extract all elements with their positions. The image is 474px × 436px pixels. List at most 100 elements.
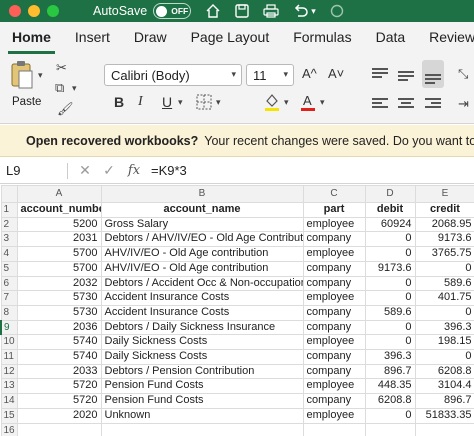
column-header-e[interactable]: E [414, 185, 474, 203]
cell-debit[interactable]: 0 [364, 231, 416, 248]
cell-credit[interactable]: 589.6 [414, 275, 474, 292]
format-painter-icon[interactable]: 🖌 [57, 101, 74, 117]
row-header[interactable]: 6 [0, 275, 18, 292]
tab-home[interactable]: Home [0, 29, 63, 54]
cell-part[interactable]: company [302, 231, 366, 248]
row-header[interactable]: 15 [0, 407, 18, 424]
cell-credit[interactable]: 9173.6 [414, 231, 474, 248]
cell-account-number[interactable]: 5740 [16, 334, 102, 351]
cell-part[interactable]: employee [302, 290, 366, 306]
cell-account-name[interactable]: Debtors / Accident Occ & Non-occupationa… [100, 275, 304, 292]
align-right-icon[interactable] [425, 98, 441, 112]
bold-button[interactable]: B [114, 94, 124, 110]
cell-credit[interactable]: 396.3 [414, 319, 474, 336]
cell-account-number[interactable] [16, 422, 102, 436]
cell-part[interactable]: company [302, 319, 366, 336]
row-header[interactable]: 2 [0, 216, 18, 233]
font-size-select[interactable]: 11 ▾ [246, 64, 294, 86]
tab-insert[interactable]: Insert [63, 29, 122, 54]
cell-account-number[interactable]: 5730 [16, 304, 102, 321]
cell-account-number[interactable]: 5700 [16, 246, 102, 262]
align-center-icon[interactable] [398, 98, 414, 112]
cell-credit[interactable] [414, 422, 474, 436]
align-top-icon[interactable] [372, 68, 388, 82]
cell-debit[interactable]: debit [364, 202, 416, 218]
cell-debit[interactable]: 9173.6 [364, 260, 416, 277]
tab-formulas[interactable]: Formulas [281, 29, 363, 54]
font-color-icon[interactable]: A [300, 92, 316, 115]
cell-part[interactable]: part [302, 202, 366, 218]
cell-account-name[interactable]: AHV/IV/EO - Old Age contribution [100, 246, 304, 262]
fill-color-icon[interactable] [264, 92, 280, 115]
underline-button[interactable]: U [162, 94, 172, 110]
row-header[interactable]: 10 [0, 334, 18, 351]
undo-dropdown-icon[interactable]: ▾ [311, 6, 316, 17]
cell-account-name[interactable]: Gross Salary [100, 216, 304, 233]
column-header-d[interactable]: D [364, 185, 416, 203]
font-name-select[interactable]: Calibri (Body) ▾ [104, 64, 242, 86]
cell-account-number[interactable]: account_number [16, 202, 102, 218]
cell-account-name[interactable]: Pension Fund Costs [100, 393, 304, 409]
cell-account-number[interactable]: 5730 [16, 290, 102, 306]
cell-credit[interactable]: 3104.4 [414, 378, 474, 395]
cell-debit[interactable]: 0 [364, 407, 416, 424]
cell-part[interactable]: company [302, 275, 366, 292]
cell-part[interactable]: company [302, 260, 366, 277]
name-box[interactable]: L9 [0, 163, 62, 178]
increase-font-size-button[interactable]: A^ [302, 66, 317, 81]
cell-credit[interactable]: credit [414, 202, 474, 218]
indent-icon[interactable]: ⇥ [458, 96, 469, 112]
copy-dropdown-icon[interactable]: ▾ [72, 83, 77, 94]
cell-debit[interactable]: 6208.8 [364, 393, 416, 409]
cell-account-name[interactable]: Debtors / Pension Contribution [100, 363, 304, 380]
cut-icon[interactable]: ✂ [56, 60, 67, 76]
cell-debit[interactable]: 0 [364, 319, 416, 336]
cell-debit[interactable]: 0 [364, 275, 416, 292]
cell-debit[interactable]: 0 [364, 290, 416, 306]
cell-part[interactable]: employee [302, 246, 366, 262]
cell-debit[interactable]: 896.7 [364, 363, 416, 380]
align-left-icon[interactable] [372, 98, 388, 112]
cell-account-name[interactable]: Accident Insurance Costs [100, 290, 304, 306]
cell-debit[interactable]: 60924 [364, 216, 416, 233]
cell-credit[interactable]: 198.15 [414, 334, 474, 351]
cell-account-name[interactable]: Debtors / AHV/IV/EO - Old Age Contributi… [100, 231, 304, 248]
align-middle-icon[interactable] [398, 71, 414, 85]
row-header[interactable]: 3 [0, 231, 18, 248]
select-all-corner[interactable] [0, 185, 18, 203]
cell-debit[interactable]: 448.35 [364, 378, 416, 395]
italic-button[interactable]: I [138, 94, 143, 110]
cell-part[interactable]: company [302, 349, 366, 365]
row-header[interactable]: 12 [0, 363, 18, 380]
cell-part[interactable]: employee [302, 407, 366, 424]
underline-dropdown-icon[interactable]: ▾ [178, 97, 183, 108]
cell-part[interactable]: company [302, 363, 366, 380]
cell-credit[interactable]: 6208.8 [414, 363, 474, 380]
row-header[interactable]: 4 [0, 246, 18, 262]
row-header[interactable]: 9 [0, 319, 18, 336]
column-header-a[interactable]: A [16, 185, 102, 203]
cell-account-name[interactable]: Unknown [100, 407, 304, 424]
cell-account-number[interactable]: 5740 [16, 349, 102, 365]
font-color-dropdown-icon[interactable]: ▾ [320, 97, 325, 108]
confirm-icon[interactable]: ✓ [97, 162, 121, 179]
tab-draw[interactable]: Draw [122, 29, 179, 54]
row-header[interactable]: 14 [0, 393, 18, 409]
save-icon[interactable] [235, 4, 249, 18]
cell-account-name[interactable]: Accident Insurance Costs [100, 304, 304, 321]
cell-account-number[interactable]: 2020 [16, 407, 102, 424]
home-icon[interactable] [205, 4, 221, 18]
row-header[interactable]: 7 [0, 290, 18, 306]
cell-account-number[interactable]: 5200 [16, 216, 102, 233]
paste-dropdown-icon[interactable]: ▾ [38, 70, 43, 81]
cell-debit[interactable] [364, 422, 416, 436]
cell-account-number[interactable]: 5720 [16, 393, 102, 409]
tab-review[interactable]: Review [417, 29, 474, 54]
row-header[interactable]: 5 [0, 260, 18, 277]
cell-account-number[interactable]: 2036 [16, 319, 102, 336]
insert-function-icon[interactable]: fx [121, 163, 147, 178]
column-header-b[interactable]: B [100, 185, 304, 203]
paste-button[interactable] [9, 60, 35, 90]
cell-debit[interactable]: 396.3 [364, 349, 416, 365]
cancel-icon[interactable]: ✕ [73, 162, 97, 179]
